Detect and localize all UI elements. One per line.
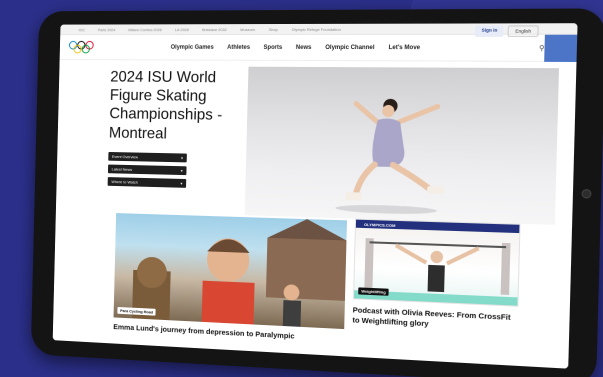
- top-link[interactable]: Paris 2024: [98, 27, 116, 32]
- top-link[interactable]: Olympic Refuge Foundation: [292, 26, 341, 31]
- account-controls: Sign in English: [475, 25, 539, 37]
- latest-news-button[interactable]: Latest News ▾: [107, 164, 187, 175]
- hero-text: 2024 ISU World Figure Skating Championsh…: [107, 60, 243, 215]
- top-link[interactable]: Museum: [240, 27, 255, 32]
- button-label: Where to Watch: [111, 178, 138, 185]
- card-title[interactable]: Podcast with Olivia Reeves: From CrossFi…: [352, 305, 518, 334]
- nav-menu: Olympic Games Athletes Sports News Olymp…: [171, 44, 421, 50]
- where-to-watch-button[interactable]: Where to Watch ▾: [107, 176, 187, 188]
- card-image: OLYMPICS.COM Weightlifting: [352, 218, 521, 307]
- tablet-bezel: IOC Paris 2024 Milano Cortina 2026 LA 20…: [30, 8, 603, 377]
- top-link[interactable]: Shop: [269, 27, 278, 32]
- chevron-down-icon: ▾: [180, 180, 183, 186]
- nav-item-news[interactable]: News: [296, 44, 312, 50]
- top-link[interactable]: LA 2028: [175, 27, 189, 32]
- chevron-down-icon: ▾: [181, 155, 184, 161]
- nav-item-olympic-channel[interactable]: Olympic Channel: [325, 44, 374, 50]
- top-link[interactable]: Milano Cortina 2026: [128, 27, 162, 32]
- tablet-device: IOC Paris 2024 Milano Cortina 2026 LA 20…: [0, 0, 603, 377]
- card-image: Para Cycling Road: [113, 213, 348, 330]
- sign-in-button[interactable]: Sign in: [475, 25, 504, 37]
- button-label: Latest News: [111, 166, 133, 172]
- figure-skater-illustration: [335, 75, 459, 216]
- button-label: Event Overview: [111, 153, 139, 160]
- main-navigation: Olympic Games Athletes Sports News Olymp…: [59, 34, 578, 62]
- news-card[interactable]: Para Cycling Road Emma Lund's journey fr…: [113, 213, 348, 351]
- hero-buttons: Event Overview ▾ Latest News ▾ Where to …: [107, 151, 241, 189]
- olympic-rings-logo[interactable]: [68, 40, 97, 53]
- nav-item-athletes[interactable]: Athletes: [227, 44, 250, 50]
- top-link[interactable]: Brisbane 2032: [202, 27, 227, 32]
- hero-image-skater[interactable]: [244, 66, 560, 225]
- browser-screen: IOC Paris 2024 Milano Cortina 2026 LA 20…: [52, 23, 578, 369]
- camera-icon: [581, 188, 592, 199]
- chevron-down-icon: ▾: [180, 167, 183, 173]
- news-cards-section: Para Cycling Road Emma Lund's journey fr…: [52, 209, 573, 369]
- event-overview-button[interactable]: Event Overview ▾: [108, 151, 187, 163]
- category-tag: Weightlifting: [358, 287, 389, 296]
- nav-item-lets-move[interactable]: Let's Move: [389, 45, 421, 51]
- nav-item-olympic-games[interactable]: Olympic Games: [171, 44, 214, 50]
- top-link[interactable]: IOC: [78, 27, 85, 32]
- brand-label: OLYMPICS.COM: [363, 221, 396, 228]
- nav-item-sports[interactable]: Sports: [263, 44, 282, 50]
- hero-title: 2024 ISU World Figure Skating Championsh…: [108, 68, 223, 143]
- language-select[interactable]: English: [507, 25, 539, 37]
- hero-section: 2024 ISU World Figure Skating Championsh…: [56, 60, 577, 225]
- news-card[interactable]: OLYMPICS.COM Weightlifting Podcast with …: [352, 218, 521, 359]
- account-panel-button[interactable]: [544, 34, 578, 62]
